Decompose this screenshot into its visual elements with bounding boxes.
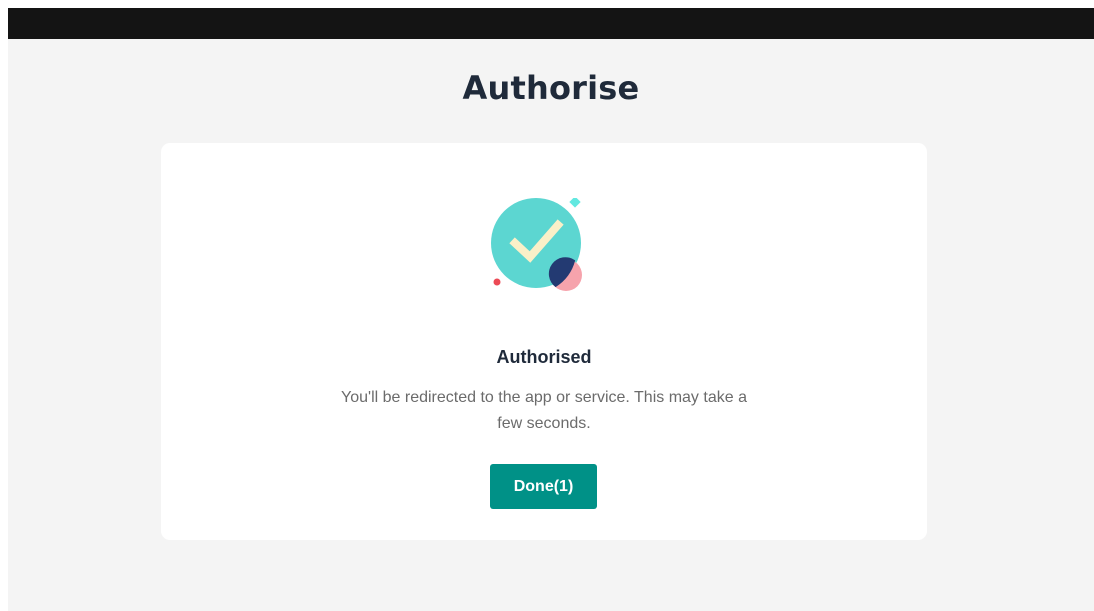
done-button[interactable]: Done(1) bbox=[490, 464, 597, 509]
card-heading: Authorised bbox=[496, 347, 592, 367]
top-bar bbox=[8, 8, 1094, 39]
authorisation-card: Authorised You'll be redirected to the a… bbox=[161, 143, 927, 540]
success-check-icon bbox=[491, 198, 582, 291]
page-title: Authorise bbox=[462, 69, 640, 107]
sparkle-icon bbox=[569, 198, 581, 208]
page-frame: Authorise Authorised You'll be redirecte… bbox=[8, 8, 1094, 611]
dot-icon bbox=[493, 278, 501, 286]
redirect-message: You'll be redirected to the app or servi… bbox=[341, 389, 747, 432]
